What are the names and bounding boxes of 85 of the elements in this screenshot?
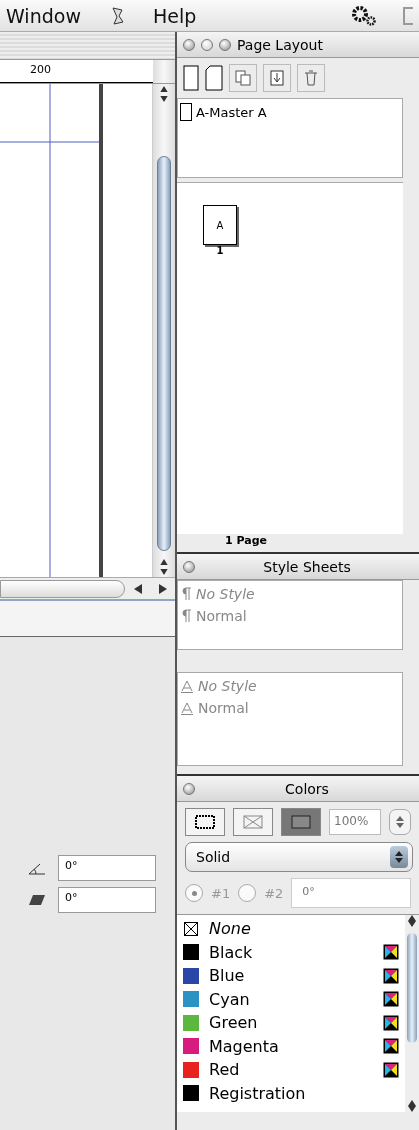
page-number: 1	[215, 245, 225, 256]
crossed-box-icon	[243, 815, 263, 829]
background-color-button[interactable]	[281, 808, 321, 836]
shade-field[interactable]: 100%	[329, 809, 381, 835]
radio-button[interactable]	[185, 884, 203, 902]
frame-color-button[interactable]	[185, 808, 225, 836]
style-name[interactable]: No Style	[198, 678, 257, 694]
ruler-label: 200	[30, 63, 51, 76]
character-style-icon	[180, 679, 194, 693]
up-arrow-icon	[159, 86, 169, 92]
paragraph-icon	[180, 587, 192, 601]
minimize-button[interactable]	[201, 38, 213, 51]
down-arrow-icon	[159, 95, 169, 102]
text-color-button[interactable]	[233, 808, 273, 836]
color-name[interactable]: Black	[209, 942, 373, 962]
menu-item[interactable]: Window	[6, 4, 81, 27]
insert-page-icon	[269, 70, 285, 86]
color-name[interactable]: Cyan	[209, 989, 373, 1009]
scroll-thumb[interactable]	[157, 155, 171, 552]
window-icon	[403, 5, 413, 26]
page-thumbnail[interactable]: A	[203, 205, 237, 245]
skew-icon	[28, 893, 46, 906]
fill-dropdown[interactable]: Solid	[185, 842, 413, 872]
blank-page-icon	[183, 65, 199, 91]
shade-stepper[interactable]	[389, 809, 411, 835]
radio-label: #1	[211, 885, 231, 901]
facing-page-icon	[205, 65, 223, 91]
trash-icon	[303, 70, 319, 86]
color-name[interactable]: None	[209, 919, 399, 939]
vertical-scrollbar[interactable]	[153, 84, 175, 577]
page-icon	[180, 103, 192, 121]
process-color-icon	[383, 1014, 399, 1031]
skew-field[interactable]: 0°	[58, 886, 156, 913]
up-arrow-icon	[159, 559, 169, 566]
color-name[interactable]: Magenta	[209, 1036, 373, 1056]
palette-title: Colors	[284, 780, 330, 797]
right-arrow-icon	[158, 583, 167, 594]
scroll-thumb[interactable]	[0, 579, 125, 598]
color-name[interactable]: Registration	[209, 1083, 399, 1103]
process-color-icon	[383, 1038, 399, 1055]
menu-item[interactable]: Help	[152, 4, 197, 27]
horizontal-scrollbar[interactable]	[0, 577, 175, 601]
color-name[interactable]: Red	[209, 1060, 373, 1080]
stepper-arrows-icon	[395, 851, 403, 863]
zoom-button[interactable]	[219, 38, 231, 51]
up-arrow-icon	[408, 1100, 416, 1106]
process-color-icon	[383, 967, 399, 984]
style-name[interactable]: Normal	[196, 608, 247, 624]
master-name[interactable]: A-Master A	[196, 104, 267, 120]
rectangle-icon	[291, 815, 311, 829]
master-label: A	[216, 219, 224, 231]
left-arrow-icon	[133, 583, 142, 594]
copy-icon	[235, 70, 251, 86]
angle-field[interactable]: 0°	[58, 854, 156, 881]
character-style-icon	[180, 701, 194, 715]
scroll-thumb[interactable]	[407, 933, 417, 1043]
process-color-icon	[383, 991, 399, 1008]
close-button[interactable]	[183, 38, 195, 51]
up-arrow-icon	[408, 915, 416, 921]
gears-icon	[351, 4, 377, 27]
close-button[interactable]	[183, 560, 195, 573]
process-color-icon	[383, 1061, 399, 1078]
down-arrow-icon	[408, 921, 416, 927]
stepper-arrows-icon	[396, 816, 404, 828]
process-color-icon	[383, 944, 399, 961]
crossed-box-icon	[183, 920, 199, 937]
palette-title: Style Sheets	[262, 558, 352, 575]
delete-button[interactable]	[297, 64, 325, 92]
style-name[interactable]: Normal	[198, 700, 249, 716]
down-arrow-icon	[159, 569, 169, 575]
palette-title: Page Layout	[237, 36, 323, 53]
duplicate-button[interactable]	[229, 64, 257, 92]
insert-button[interactable]	[263, 64, 291, 92]
down-arrow-icon	[408, 1106, 416, 1112]
angle-field[interactable]: 0°	[291, 878, 411, 908]
frame-icon	[195, 815, 215, 829]
color-name[interactable]: Blue	[209, 966, 373, 986]
color-list-scrollbar[interactable]	[405, 915, 419, 1112]
radio-label: #2	[264, 885, 284, 901]
page-count: 1 Page	[224, 534, 268, 549]
color-name[interactable]: Green	[209, 1013, 373, 1033]
style-name[interactable]: No Style	[196, 586, 255, 602]
radio-button[interactable]	[238, 884, 257, 902]
paragraph-icon	[180, 609, 192, 623]
close-button[interactable]	[183, 782, 195, 795]
